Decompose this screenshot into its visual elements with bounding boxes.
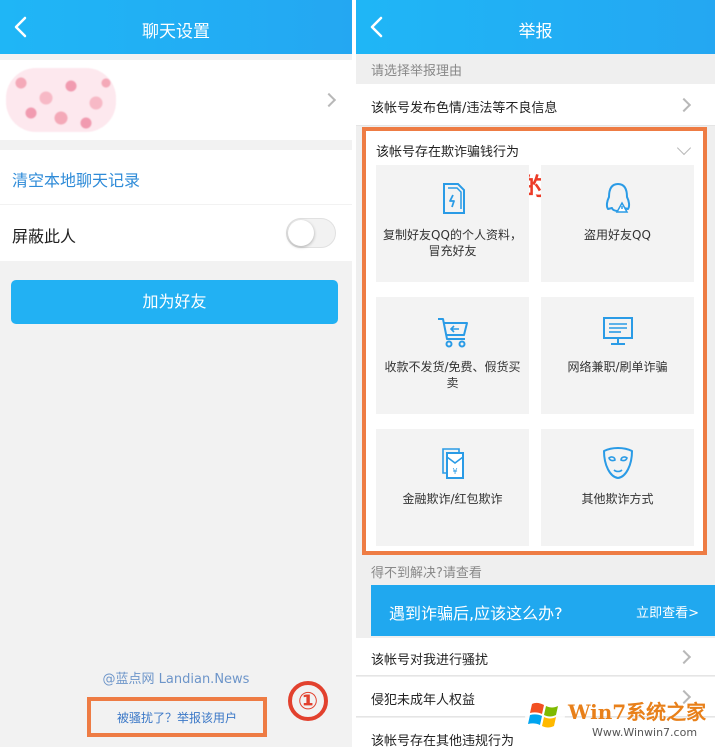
site-logo: Win7系统之家 Www.Winwin7.com (520, 690, 715, 747)
red-packet-icon: ¥ (441, 448, 464, 479)
reason-label: 该帐号对我进行骚扰 (371, 653, 489, 668)
screenshot-root: 聊天设置 清空本地聊天记录 屏蔽此人 加为好友 @蓝点网 Landian.New… (0, 0, 715, 747)
chevron-right-icon (676, 97, 692, 113)
unresolved-hint: 得不到解决?请查看 (371, 566, 482, 581)
toggle-knob (288, 220, 314, 246)
penguin-icon (605, 183, 630, 213)
report-panel: 举报 请选择举报理由 该帐号发布色情/违法等不良信息 该帐号存在欺诈骗钱行为 选… (356, 0, 715, 747)
cart-icon (437, 318, 468, 348)
section-hint: 请选择举报理由 (371, 64, 463, 79)
tag-label: 网络兼职/刷单诈骗 (567, 360, 668, 374)
chat-settings-header: 聊天设置 (0, 0, 352, 54)
reason-label-fraud[interactable]: 该帐号存在欺诈骗钱行为 (376, 141, 519, 160)
chevron-right-icon (676, 649, 692, 665)
tag-label: 盗用好友QQ (584, 228, 651, 242)
clear-history-row[interactable]: 清空本地聊天记录 (0, 150, 352, 204)
tag-label: 复制好友QQ的个人资料，冒充好友 (383, 228, 522, 258)
tag-shopping-fraud[interactable]: 收款不发货/免费、假货买卖 (376, 297, 529, 414)
reason-label: 侵犯未成年人权益 (371, 693, 476, 708)
logo-url: Www.Winwin7.com (592, 726, 698, 739)
banner-link[interactable]: 立即查看> (636, 602, 699, 621)
page-title: 聊天设置 (142, 22, 210, 42)
tag-other-fraud[interactable]: 其他欺诈方式 (541, 429, 694, 546)
mask-icon (602, 447, 633, 479)
clear-history-label: 清空本地聊天记录 (12, 171, 141, 190)
reason-label: 该帐号存在其他违规行为 (371, 734, 515, 747)
reason-label: 该帐号发布色情/违法等不良信息 (371, 101, 558, 116)
profile-row[interactable] (0, 60, 352, 140)
scam-help-banner[interactable]: 遇到诈骗后,应该这么办? 立即查看> (371, 585, 715, 636)
report-user-link[interactable]: 被骚扰了？举报该用户 (91, 709, 263, 726)
tag-label: 其他欺诈方式 (581, 492, 654, 506)
report-user-highlight: 被骚扰了？举报该用户 (87, 697, 267, 737)
tag-parttime-scam[interactable]: 网络兼职/刷单诈骗 (541, 297, 694, 414)
block-user-row: 屏蔽此人 (0, 205, 352, 261)
add-friend-button[interactable]: 加为好友 (11, 280, 338, 324)
reason-row-porn[interactable]: 该帐号发布色情/违法等不良信息 (356, 84, 715, 126)
reason-row-harass[interactable]: 该帐号对我进行骚扰 (356, 638, 715, 676)
report-header: 举报 (356, 0, 715, 54)
svg-text:¥: ¥ (452, 467, 457, 476)
fraud-reason-expanded: 该帐号存在欺诈骗钱行为 选择具体的举报标签 复制好友QQ的个人资料，冒充好友 盗 (362, 127, 707, 555)
windows-flag-icon (525, 695, 565, 735)
tag-impersonate-friend[interactable]: 复制好友QQ的个人资料，冒充好友 (376, 165, 529, 282)
tag-label: 收款不发货/免费、假货买卖 (384, 360, 521, 390)
block-user-label: 屏蔽此人 (12, 227, 77, 246)
logo-text: Win7系统之家 (568, 700, 707, 724)
tag-finance-fraud[interactable]: ¥ 金融欺诈/红包欺诈 (376, 429, 529, 546)
document-icon (442, 183, 465, 214)
tag-steal-qq[interactable]: 盗用好友QQ (541, 165, 694, 282)
page-title: 举报 (518, 22, 553, 42)
chat-settings-panel: 聊天设置 清空本地聊天记录 屏蔽此人 加为好友 @蓝点网 Landian.New… (0, 0, 352, 747)
chevron-right-icon (321, 92, 337, 108)
block-user-toggle[interactable] (286, 218, 336, 248)
banner-text: 遇到诈骗后,应该这么办? (389, 604, 563, 623)
chevron-down-icon[interactable] (676, 140, 692, 156)
tag-label: 金融欺诈/红包欺诈 (402, 492, 503, 506)
step-marker: ① (288, 681, 328, 721)
avatar (6, 68, 116, 132)
monitor-icon (602, 317, 633, 345)
